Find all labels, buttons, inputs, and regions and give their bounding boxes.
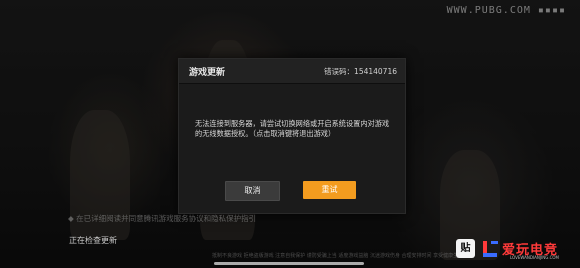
agreement-note[interactable]: ◆ 在已详细阅读并同意腾讯游戏服务协议和隐私保护指引 [68, 213, 256, 224]
update-status-text: 正在检查更新 [69, 236, 117, 245]
dialog-message: 无法连接到服务器，请尝试切换网络或开启系统设置内对游戏的无线数据授权。（点击取消… [195, 119, 390, 138]
update-dialog: 游戏更新 错误码：154140716 无法连接到服务器，请尝试切换网络或开启系统… [178, 58, 406, 214]
watermark: 爱玩电竞 LOVEWANDIANJING.COM [482, 239, 576, 261]
dialog-header: 游戏更新 错误码：154140716 [179, 59, 405, 84]
retry-button[interactable]: 重试 [303, 181, 356, 199]
home-indicator[interactable] [214, 262, 364, 265]
cancel-button[interactable]: 取消 [225, 181, 280, 201]
watermark-logo-icon [483, 241, 498, 257]
watermark-subtext: LOVEWANDIANJING.COM [510, 255, 559, 260]
paste-button[interactable]: 贴 [456, 239, 475, 258]
dialog-title: 游戏更新 [189, 68, 226, 78]
top-right-logo-text: WWW.PUBG.COM ▪▪▪▪ [446, 5, 566, 16]
health-notice: 抵制不良游戏 拒绝盗版游戏 注意自我保护 谨防受骗上当 适度游戏益脑 沉迷游戏伤… [212, 253, 464, 259]
error-code: 错误码：154140716 [324, 67, 397, 76]
